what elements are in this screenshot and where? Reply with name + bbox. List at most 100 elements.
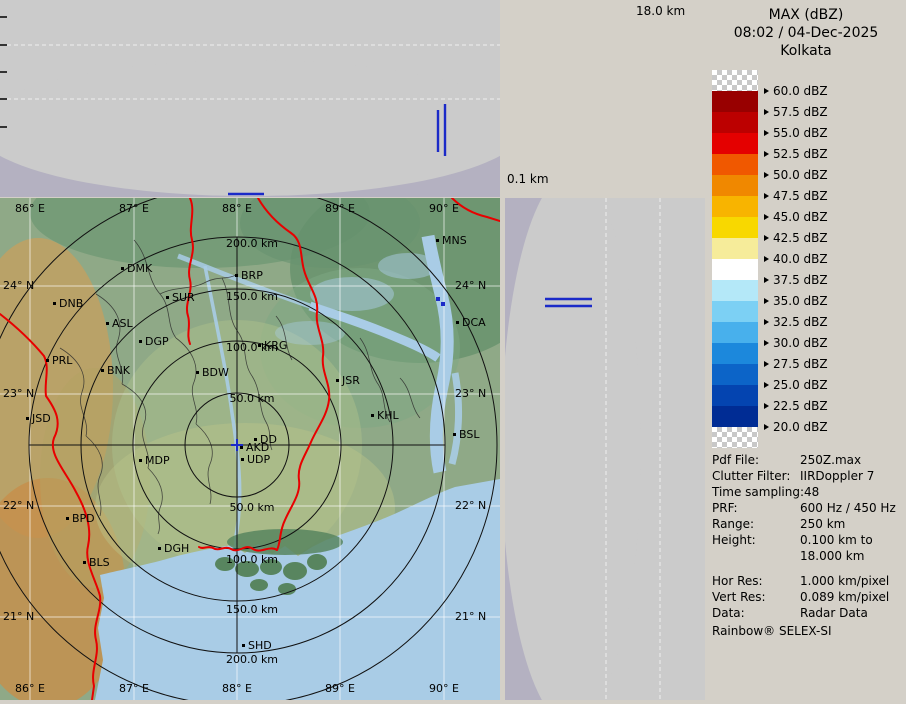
colorbar-tick-label: 32.5 dBZ (764, 314, 828, 330)
colorbar-swatches (712, 70, 758, 448)
colorbar-tick-label: 42.5 dBZ (764, 230, 828, 246)
colorbar-tick-text: 40.0 dBZ (773, 252, 828, 266)
lon-label-top: 89° E (322, 202, 358, 215)
info-value: IIRDoppler 7 (800, 468, 874, 484)
colorbar-tick-label: 35.0 dBZ (764, 293, 828, 309)
city-dot-icon (26, 417, 29, 420)
tick-arrow-icon (764, 256, 769, 262)
city-code: BNK (107, 365, 130, 376)
city-dot-icon (139, 340, 142, 343)
colorbar-tick-label: 25.0 dBZ (764, 377, 828, 393)
city-code: BSL (459, 429, 479, 440)
city-code: KRG (264, 340, 287, 351)
city-dot-icon (242, 644, 245, 647)
colorbar-tick-text: 37.5 dBZ (773, 273, 828, 287)
city-code: AKD (246, 442, 269, 453)
colorbar-tick-label: 40.0 dBZ (764, 251, 828, 267)
city-dot-icon (66, 517, 69, 520)
info-label: PRF: (712, 500, 800, 516)
colorbar-tick-label: 37.5 dBZ (764, 272, 828, 288)
tick-arrow-icon (764, 193, 769, 199)
city-dot-icon (241, 458, 244, 461)
city-marker: DNB (53, 298, 83, 309)
radar-display-window: 18.0 km 0.1 km (0, 0, 906, 700)
city-marker: SHD (242, 640, 272, 651)
lon-label-bottom: 89° E (322, 682, 358, 695)
city-marker: DMK (121, 263, 152, 274)
city-marker: BDW (196, 367, 229, 378)
lat-label-left: 23° N (3, 387, 34, 400)
lat-label-left: 24° N (3, 279, 34, 292)
coverage-curve (0, 60, 500, 196)
info-row: Pdf File:250Z.max (712, 452, 904, 468)
city-code: MDP (145, 455, 170, 466)
colorbar-tick-label: 27.5 dBZ (764, 356, 828, 372)
city-dot-icon (436, 239, 439, 242)
city-dot-icon (235, 274, 238, 277)
tick-arrow-icon (764, 214, 769, 220)
info-row: Hor Res:1.000 km/pixel (712, 573, 904, 589)
city-dot-icon (453, 433, 456, 436)
info-label: Height: (712, 532, 800, 548)
city-code: BPD (72, 513, 95, 524)
lat-label-right: 22° N (455, 499, 486, 512)
radar-site-name: Kolkata (706, 42, 906, 60)
city-marker: MNS (436, 235, 467, 246)
info-row: Height:0.100 km to (712, 532, 904, 548)
colorbar-band (712, 196, 758, 217)
city-code: DGH (164, 543, 189, 554)
city-code: DMK (127, 263, 152, 274)
legend-header: MAX (dBZ) 08:02 / 04-Dec-2025 Kolkata (706, 6, 906, 60)
city-dot-icon (258, 344, 261, 347)
colorbar-band (712, 259, 758, 280)
colorbar-band (712, 238, 758, 259)
city-dot-icon (46, 359, 49, 362)
range-ring-label: 200.0 km (222, 237, 282, 250)
colorbar-band (712, 364, 758, 385)
lat-label-right: 24° N (455, 279, 486, 292)
city-code: UDP (247, 454, 270, 465)
legend-panel: MAX (dBZ) 08:02 / 04-Dec-2025 Kolkata 60… (706, 0, 906, 700)
info-row: Time sampling:48 (712, 484, 904, 500)
tick-arrow-icon (764, 172, 769, 178)
city-code: JSD (32, 413, 51, 424)
product-datetime: 08:02 / 04-Dec-2025 (706, 24, 906, 42)
city-marker: PRL (46, 355, 72, 366)
colorbar-band (712, 343, 758, 364)
colorbar-band (712, 322, 758, 343)
colorbar-tick-text: 60.0 dBZ (773, 84, 828, 98)
height-axis-max-label: 18.0 km (636, 4, 685, 18)
colorbar-tick-text: 35.0 dBZ (773, 294, 828, 308)
colorbar-tick-text: 47.5 dBZ (773, 189, 828, 203)
cross-section-top-panel (0, 0, 500, 197)
colorbar-tick-label: 55.0 dBZ (764, 125, 828, 141)
lon-label-top: 86° E (12, 202, 48, 215)
lon-label-bottom: 88° E (219, 682, 255, 695)
cross-section-right-panel (505, 198, 705, 700)
range-ring-label: 200.0 km (222, 653, 282, 666)
tick-arrow-icon (764, 109, 769, 115)
tick-arrow-icon (764, 340, 769, 346)
city-marker: KRG (258, 340, 287, 351)
colorbar-tick-label: 47.5 dBZ (764, 188, 828, 204)
city-dot-icon (139, 459, 142, 462)
city-marker: ASL (106, 318, 133, 329)
colorbar-tick-label: 30.0 dBZ (764, 335, 828, 351)
city-dot-icon (53, 302, 56, 305)
info-value: 600 Hz / 450 Hz (800, 500, 896, 516)
software-brand: Rainbow® SELEX-SI (712, 624, 832, 638)
range-ring-label: 150.0 km (222, 290, 282, 303)
colorbar-tick-label: 20.0 dBZ (764, 419, 828, 435)
colorbar-tick-label: 60.0 dBZ (764, 83, 828, 99)
cross-section-right-canvas (505, 198, 705, 700)
city-dot-icon (101, 369, 104, 372)
city-marker: DGH (158, 543, 189, 554)
city-dot-icon (240, 446, 243, 449)
info-value: 1.000 km/pixel (800, 573, 889, 589)
city-marker: BSL (453, 429, 479, 440)
city-dot-icon (166, 296, 169, 299)
info-label: Range: (712, 516, 800, 532)
product-info: Pdf File:250Z.maxClutter Filter:IIRDoppl… (712, 452, 904, 621)
tick-arrow-icon (764, 151, 769, 157)
city-marker: JSR (336, 375, 360, 386)
